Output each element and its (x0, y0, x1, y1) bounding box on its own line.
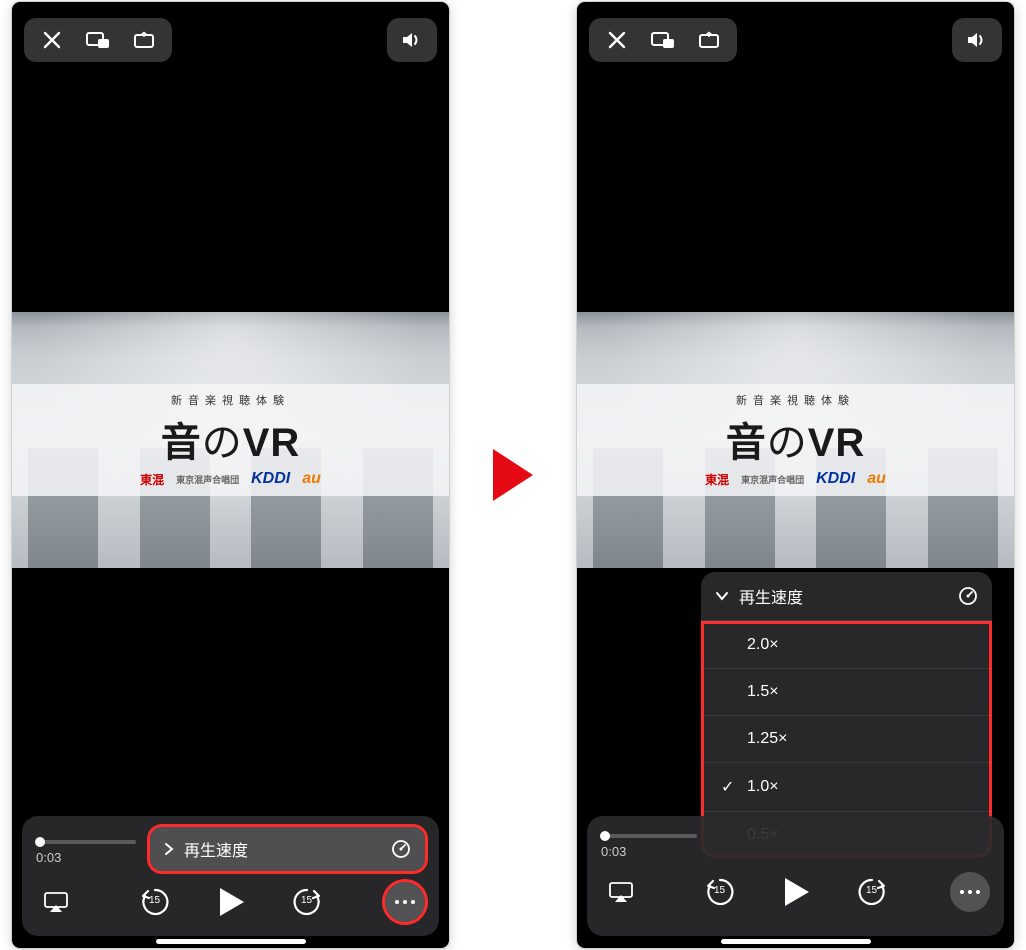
speedometer-icon (391, 839, 411, 859)
skip-forward-seconds: 15 (866, 885, 877, 896)
video-frame: 新音楽視聴体験 音のVR 東混 東京混声合唱団 KDDI au (577, 312, 1014, 568)
skip-back-icon[interactable]: 15 (700, 872, 740, 912)
home-indicator[interactable] (156, 939, 306, 944)
video-title-pre: 音 (161, 421, 202, 465)
video-title-pre: 音 (726, 421, 767, 465)
logo-kddi: KDDI (816, 470, 855, 488)
video-title-no: の (767, 421, 808, 465)
playback-speed-menu-header[interactable]: 再生速度 (701, 572, 992, 621)
speed-option[interactable]: 2.0× (701, 621, 992, 668)
airplay-icon[interactable] (601, 872, 641, 912)
chevron-down-icon (715, 591, 729, 601)
speed-option[interactable]: ✓ 1.0× (701, 762, 992, 811)
speed-option-label: 1.0× (747, 778, 779, 796)
skip-back-seconds: 15 (714, 885, 725, 896)
skip-back-icon[interactable]: 15 (135, 882, 175, 922)
play-icon[interactable] (211, 882, 251, 922)
close-icon[interactable] (38, 26, 66, 54)
flow-arrow-icon (493, 449, 533, 501)
speed-option[interactable]: 1.25× (701, 715, 992, 762)
volume-icon[interactable] (952, 18, 1002, 62)
transport-controls: 15 15 (700, 872, 892, 912)
skip-forward-icon[interactable]: 15 (852, 872, 892, 912)
logo-tokon-sub: 東京混声合唱団 (741, 473, 804, 486)
logo-tokon: 東混 (140, 471, 164, 488)
home-indicator[interactable] (721, 939, 871, 944)
speed-option[interactable]: 1.5× (701, 668, 992, 715)
speed-option-label: 2.0× (747, 636, 779, 654)
close-icon[interactable] (603, 26, 631, 54)
chevron-right-icon (164, 842, 174, 856)
top-bar (24, 18, 437, 62)
video-frame: 新音楽視聴体験 音のVR 東混 東京混声合唱団 KDDI au (12, 312, 449, 568)
current-time: 0:03 (36, 850, 136, 865)
video-title-band: 新音楽視聴体験 音のVR 東混 東京混声合唱団 KDDI au (577, 384, 1014, 496)
video-logo-row: 東混 東京混声合唱団 KDDI au (705, 470, 886, 488)
top-bar (589, 18, 1002, 62)
playback-shelf: 0:03 再生速度 15 (22, 816, 439, 936)
phone-right: 新音楽視聴体験 音のVR 東混 東京混声合唱団 KDDI au 再生速度 2.0… (577, 2, 1014, 948)
video-title-no: の (202, 421, 243, 465)
pip-icon[interactable] (84, 26, 112, 54)
skip-back-seconds: 15 (149, 895, 160, 906)
speed-option-label: 1.5× (747, 683, 779, 701)
video-title-post: VR (808, 421, 866, 465)
logo-au: au (302, 470, 321, 488)
top-controls-group (24, 18, 172, 62)
video-title: 音のVR (726, 410, 866, 468)
fullscreen-icon[interactable] (695, 26, 723, 54)
playback-speed-menu-label: 再生速度 (739, 584, 803, 608)
skip-forward-seconds: 15 (301, 895, 312, 906)
speedometer-icon (958, 586, 978, 606)
phone-left: 新音楽視聴体験 音のVR 東混 東京混声合唱団 KDDI au 0:03 (12, 2, 449, 948)
video-logo-row: 東混 東京混声合唱団 KDDI au (140, 470, 321, 488)
checkmark-icon: ✓ (721, 777, 737, 797)
playback-speed-chip[interactable]: 再生速度 (150, 827, 425, 871)
video-title-post: VR (243, 421, 301, 465)
skip-forward-icon[interactable]: 15 (287, 882, 327, 922)
logo-kddi: KDDI (251, 470, 290, 488)
playback-shelf: 0:03 15 15 (587, 816, 1004, 936)
seek-bar[interactable] (601, 834, 697, 838)
video-overline: 新音楽視聴体験 (736, 392, 855, 408)
seek-area[interactable]: 0:03 (36, 834, 136, 865)
more-button[interactable] (385, 882, 425, 922)
speed-option-label: 1.25× (747, 730, 787, 748)
pip-icon[interactable] (649, 26, 677, 54)
fullscreen-icon[interactable] (130, 26, 158, 54)
video-title-band: 新音楽視聴体験 音のVR 東混 東京混声合唱団 KDDI au (12, 384, 449, 496)
logo-au: au (867, 470, 886, 488)
transport-controls: 15 15 (135, 882, 327, 922)
more-button[interactable] (950, 872, 990, 912)
playback-speed-label: 再生速度 (184, 837, 248, 861)
volume-icon[interactable] (387, 18, 437, 62)
seek-bar[interactable] (36, 840, 136, 844)
video-title: 音のVR (161, 410, 301, 468)
seek-area[interactable]: 0:03 (601, 828, 697, 859)
current-time: 0:03 (601, 844, 697, 859)
play-icon[interactable] (776, 872, 816, 912)
logo-tokon: 東混 (705, 471, 729, 488)
video-overline: 新音楽視聴体験 (171, 392, 290, 408)
top-controls-group (589, 18, 737, 62)
logo-tokon-sub: 東京混声合唱団 (176, 473, 239, 486)
airplay-icon[interactable] (36, 882, 76, 922)
